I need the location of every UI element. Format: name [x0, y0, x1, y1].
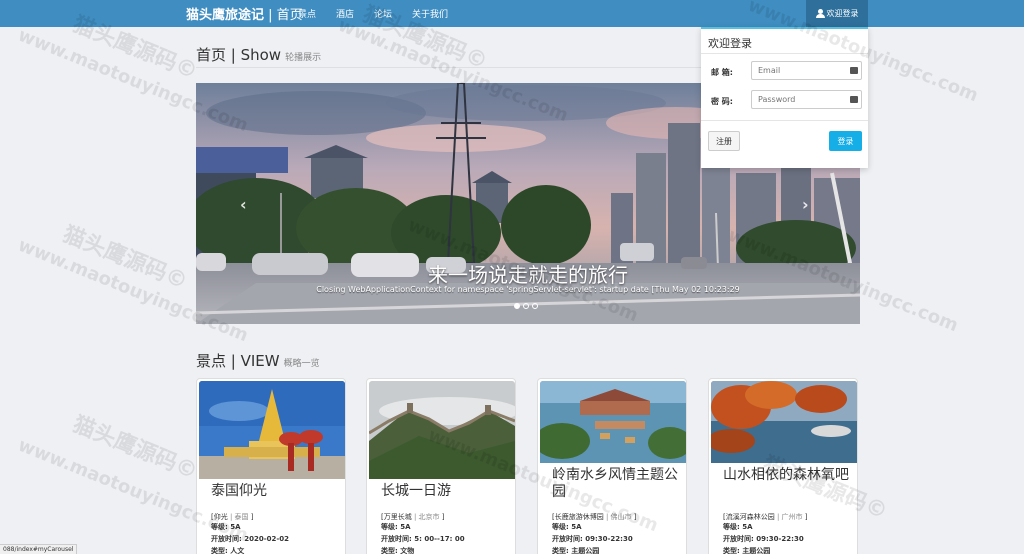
card-image[interactable] [369, 381, 515, 479]
carousel-indicators [514, 303, 538, 309]
card-tag: [万里长城 | 北京市 ] [381, 512, 445, 522]
watermark-cn: 猫头鹰源码© [59, 222, 191, 295]
login-panel: 欢迎登录 邮 箱: 密 码: 注册 登录 [701, 27, 868, 168]
show-title: 首页 | Show [196, 46, 282, 64]
brand[interactable]: 猫头鹰旅途记 | 首页 [186, 4, 303, 23]
carousel-indicator-1[interactable] [514, 303, 520, 309]
card-title[interactable]: 岭南水乡风情主题公园 [552, 467, 686, 501]
status-bar-url: 088/index#myCarousel [0, 544, 78, 554]
card-image[interactable] [199, 381, 345, 479]
brand-separator: | [264, 8, 277, 23]
carousel-next-control[interactable]: › [802, 195, 809, 214]
card-tag-city: | 北京市 [413, 513, 440, 521]
show-subtitle: 轮播展示 [285, 53, 322, 63]
attraction-card[interactable]: 山水相依的森林氧吧 [流溪河森林公园 | 广州市 ] 等级: 5A 开放时间: … [708, 378, 858, 554]
nav-links: 景点 酒店 论坛 关于我们 [298, 7, 468, 20]
carousel-prev-control[interactable]: ‹ [240, 195, 247, 214]
login-toggle[interactable]: 欢迎登录 [806, 0, 868, 27]
card-tag-end: ] [804, 513, 808, 521]
view-section-title: 景点 | VIEW 概略一览 [196, 350, 320, 371]
carousel-caption: 来一场说走就走的旅行 [428, 263, 628, 287]
login-button[interactable]: 登录 [829, 131, 862, 151]
card-open-time: 开放时间: 2020-02-02 [211, 535, 290, 543]
card-image[interactable] [711, 381, 857, 463]
card-tag-name: [流溪河森林公园 [723, 513, 775, 521]
card-tag-end: ] [441, 513, 445, 521]
card-tag-name: [仰光 [211, 513, 228, 521]
show-section-title: 首页 | Show 轮播展示 [196, 44, 321, 65]
attraction-card[interactable]: 长城一日游 [万里长城 | 北京市 ] 等级: 5A 开放时间: 5: 00--… [366, 378, 516, 554]
watermark-cn: 猫头鹰源码© [69, 412, 201, 485]
card-open-time: 开放时间: 09:30-22:30 [723, 535, 804, 543]
card-open-time: 开放时间: 5: 00--17: 00 [381, 535, 465, 543]
card-tag-name: [万里长城 [381, 513, 412, 521]
card-title[interactable]: 山水相依的森林氧吧 [723, 467, 849, 484]
nav-link-attractions[interactable]: 景点 [298, 7, 316, 20]
card-tag-end: ] [633, 513, 637, 521]
card-tag-city: | 佛山市 [605, 513, 632, 521]
login-toggle-label: 欢迎登录 [826, 9, 859, 18]
card-open-time: 开放时间: 09:30-22:30 [552, 535, 633, 543]
user-icon [815, 9, 825, 18]
card-tag: [仰光 | 泰国 ] [211, 512, 254, 522]
card-type: 类型: 主题公园 [723, 547, 771, 554]
view-subtitle: 概略一览 [283, 359, 320, 369]
login-panel-divider [701, 53, 868, 54]
card-type: 类型: 人文 [211, 547, 245, 554]
register-button[interactable]: 注册 [708, 131, 740, 151]
autofill-icon [850, 96, 858, 103]
card-tag: [长鹿旅游休博园 | 佛山市 ] [552, 512, 637, 522]
email-field[interactable] [751, 61, 862, 80]
card-image[interactable] [540, 381, 686, 463]
brand-name[interactable]: 猫头鹰旅途记 [186, 8, 264, 23]
carousel-indicator-2[interactable] [523, 303, 529, 309]
card-tag-name: [长鹿旅游休博园 [552, 513, 604, 521]
carousel-sub-caption: Closing WebApplicationContext for namesp… [316, 285, 740, 294]
card-level: 等级: 5A [381, 523, 411, 531]
card-tag-city: | 泰国 [229, 513, 249, 521]
email-label: 邮 箱: [711, 68, 733, 77]
nav-link-hotels[interactable]: 酒店 [336, 7, 354, 20]
login-panel-title: 欢迎登录 [708, 37, 752, 50]
card-level: 等级: 5A [723, 523, 753, 531]
password-field[interactable] [751, 90, 862, 109]
attraction-card[interactable]: 泰国仰光 [仰光 | 泰国 ] 等级: 5A 开放时间: 2020-02-02 … [196, 378, 346, 554]
card-level: 等级: 5A [211, 523, 241, 531]
card-title[interactable]: 长城一日游 [381, 483, 451, 500]
nav-link-forum[interactable]: 论坛 [374, 7, 392, 20]
card-title[interactable]: 泰国仰光 [211, 483, 267, 500]
carousel-indicator-3[interactable] [532, 303, 538, 309]
watermark: 猫头鹰源码© [69, 406, 203, 485]
view-title: 景点 | VIEW [196, 352, 280, 370]
card-level: 等级: 5A [552, 523, 582, 531]
autofill-icon [850, 67, 858, 74]
card-type: 类型: 文物 [381, 547, 415, 554]
card-tag-city: | 广州市 [776, 513, 803, 521]
card-tag: [流溪河森林公园 | 广州市 ] [723, 512, 808, 522]
watermark: 猫头鹰源码© [59, 216, 193, 295]
card-tag-end: ] [250, 513, 254, 521]
card-type: 类型: 主题公园 [552, 547, 600, 554]
password-label: 密 码: [711, 97, 733, 106]
login-panel-divider [701, 120, 868, 121]
navbar: 猫头鹰旅途记 | 首页 景点 酒店 论坛 关于我们 欢迎登录 [0, 0, 1024, 27]
nav-link-about[interactable]: 关于我们 [412, 7, 448, 20]
attraction-card[interactable]: 岭南水乡风情主题公园 [长鹿旅游休博园 | 佛山市 ] 等级: 5A 开放时间:… [537, 378, 687, 554]
